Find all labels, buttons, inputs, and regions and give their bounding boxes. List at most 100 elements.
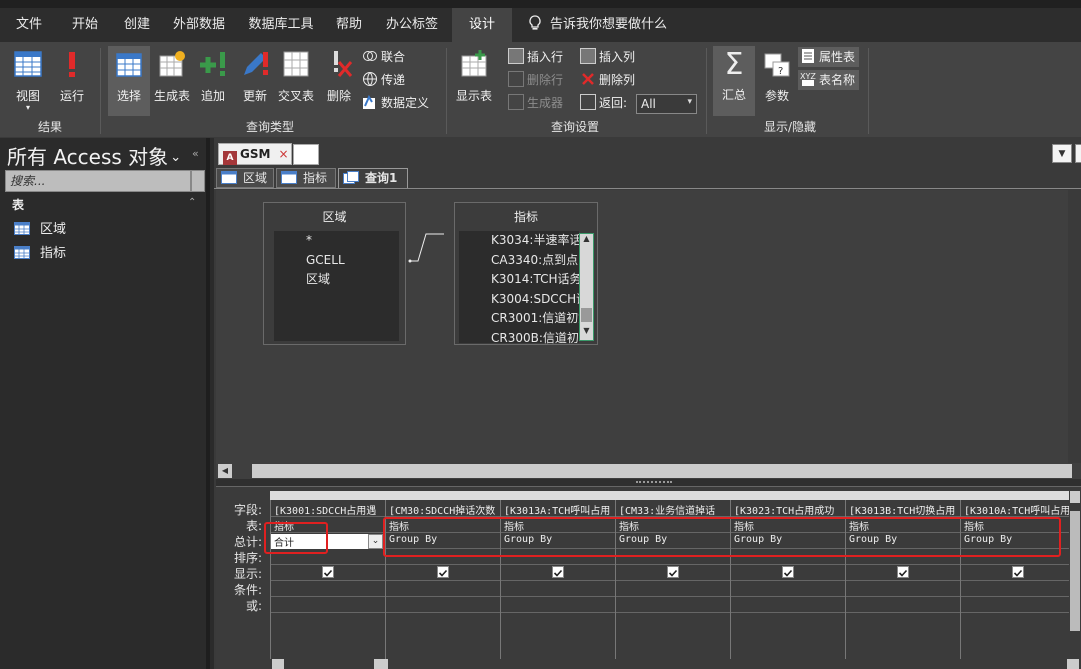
update-button[interactable]: 更新	[238, 48, 272, 112]
crosstab-button[interactable]: 交叉表	[276, 48, 316, 112]
field-item[interactable]: *	[306, 231, 399, 251]
scroll-up-icon[interactable]	[1070, 491, 1080, 503]
checkmark-icon	[668, 569, 678, 577]
field-item[interactable]: CR3001:信道初始	[491, 309, 579, 329]
insert-row-button[interactable]: 插入行	[508, 47, 563, 67]
object-tab-region[interactable]: 区域	[216, 168, 274, 188]
scroll-left-icon[interactable]	[272, 659, 284, 669]
show-checkbox[interactable]	[897, 566, 909, 578]
query-design-surface[interactable]: 区域 * GCELL 区域 指标 K3034:半速率话 CA3340:点到点 K…	[216, 190, 1068, 463]
show-checkbox[interactable]	[782, 566, 794, 578]
tab-external-data[interactable]: 外部数据	[166, 8, 232, 42]
nav-section-header[interactable]: 表	[12, 196, 24, 213]
pass-through-button[interactable]: 传递	[362, 70, 405, 90]
object-tab-indicator[interactable]: 指标	[276, 168, 336, 188]
new-tab-button[interactable]	[293, 144, 319, 165]
tab-create[interactable]: 创建	[112, 8, 162, 42]
scroll-right-icon[interactable]	[1067, 659, 1079, 669]
table-names-button[interactable]: XYZ 表名称	[798, 70, 860, 90]
collapse-pane-icon[interactable]: «	[192, 147, 199, 160]
tab-scroll-button[interactable]	[1075, 144, 1081, 163]
delete-row-button[interactable]: 删除行	[508, 70, 563, 90]
field-cell[interactable]: [CM30:SDCCH掉话次数	[386, 502, 501, 517]
tell-me-box[interactable]: 告诉我你想要做什么	[528, 8, 678, 42]
circle-chevron-icon[interactable]: ⌄	[170, 150, 181, 165]
union-button[interactable]: 联合	[362, 47, 405, 67]
property-sheet-button[interactable]: 属性表	[798, 47, 860, 67]
nav-item-region[interactable]: 区域	[14, 218, 66, 237]
delete-column-button[interactable]: 删除列	[580, 70, 635, 90]
checkmark-icon	[438, 569, 448, 577]
field-cell[interactable]: [K3023:TCH占用成功	[731, 502, 846, 517]
object-tab-query1[interactable]: 查询1	[338, 168, 408, 188]
parameters-button[interactable]: ? 参数	[759, 48, 795, 112]
append-button[interactable]: 追加	[196, 48, 230, 112]
nav-search-input[interactable]: 搜索...	[5, 170, 191, 192]
tab-list-dropdown[interactable]: ▼	[1052, 144, 1072, 163]
show-checkbox[interactable]	[552, 566, 564, 578]
field-item[interactable]: K3034:半速率话	[491, 231, 579, 251]
tab-file[interactable]: 文件	[4, 8, 54, 42]
field-cell[interactable]: [K3013A:TCH呼叫占用	[501, 502, 616, 517]
field-item[interactable]: 区域	[306, 270, 399, 290]
field-cell[interactable]: [K3001:SDCCH占用遇	[271, 502, 386, 517]
nav-item-indicator[interactable]: 指标	[14, 242, 66, 261]
field-list-region[interactable]: 区域 * GCELL 区域	[263, 202, 406, 345]
field-cell[interactable]: [CM33:业务信道掉话	[616, 502, 731, 517]
field-item[interactable]: K3004:SDCCH话	[491, 290, 579, 310]
section-collapse-icon[interactable]: ⌃	[188, 197, 196, 208]
field-list-title[interactable]: 指标	[455, 203, 597, 231]
tab-office-tab[interactable]: 办公标签	[380, 8, 444, 42]
grid-vscrollbar[interactable]	[1069, 487, 1081, 659]
scroll-thumb[interactable]	[374, 659, 388, 669]
return-label: 返回:	[599, 96, 628, 110]
scroll-thumb[interactable]	[1070, 511, 1080, 631]
search-icon[interactable]	[191, 170, 205, 192]
scroll-down-icon[interactable]: ▼	[580, 326, 593, 340]
field-list-scrollbar[interactable]: ▲ ▼	[579, 233, 594, 341]
field-item[interactable]: K3014:TCH话务	[491, 270, 579, 290]
builder-button[interactable]: 生成器	[508, 93, 563, 113]
file-tab-gsm[interactable]: A GSM ×	[218, 143, 292, 165]
grid-hscrollbar[interactable]	[270, 659, 1081, 669]
data-definition-button[interactable]: 数据定义	[362, 93, 429, 113]
show-table-button[interactable]: 显示表	[452, 48, 496, 112]
table-icon	[221, 171, 237, 184]
nav-pane-title[interactable]: 所有 Access 对象 ⌄	[7, 141, 181, 170]
view-button[interactable]: 视图 ▾	[6, 48, 50, 112]
field-cell[interactable]: [K3010A:TCH呼叫占用	[961, 502, 1076, 517]
show-checkbox[interactable]	[667, 566, 679, 578]
show-checkbox[interactable]	[1012, 566, 1024, 578]
run-button[interactable]: 运行	[52, 48, 92, 112]
select-query-button[interactable]: 选择	[108, 46, 150, 116]
scroll-thumb[interactable]	[581, 308, 592, 322]
tab-help[interactable]: 帮助	[328, 8, 370, 42]
show-checkbox[interactable]	[437, 566, 449, 578]
delete-query-button[interactable]: 删除	[322, 48, 356, 112]
datasheet-view-icon	[14, 51, 42, 77]
insert-column-button[interactable]: 插入列	[580, 47, 635, 67]
scroll-left-icon[interactable]: ◀	[218, 464, 232, 478]
join-line[interactable]	[406, 230, 454, 270]
chevron-down-icon[interactable]: ⌄	[368, 534, 383, 549]
row-label-show: 显示:	[233, 567, 262, 581]
design-hscrollbar[interactable]: ◀	[216, 463, 1081, 479]
pane-splitter[interactable]	[216, 479, 1081, 487]
field-item[interactable]: CA3340:点到点	[491, 251, 579, 271]
field-list-title[interactable]: 区域	[264, 203, 405, 231]
tab-design[interactable]: 设计	[452, 8, 512, 42]
tab-home[interactable]: 开始	[60, 8, 110, 42]
field-cell[interactable]: [K3013B:TCH切换占用	[846, 502, 961, 517]
return-dropdown[interactable]: All ▾	[636, 94, 697, 114]
field-item[interactable]: GCELL	[306, 251, 399, 271]
show-checkbox[interactable]	[322, 566, 334, 578]
field-item[interactable]: CR300B:信道初始	[491, 329, 579, 349]
column-selector-bar[interactable]	[270, 491, 1081, 500]
scroll-up-icon[interactable]: ▲	[580, 234, 593, 248]
tab-database-tools[interactable]: 数据库工具	[242, 8, 320, 42]
totals-button[interactable]: Σ 汇总	[713, 46, 755, 116]
make-table-button[interactable]: 生成表	[152, 48, 192, 112]
scroll-thumb[interactable]	[252, 464, 1072, 478]
field-list-indicator[interactable]: 指标 K3034:半速率话 CA3340:点到点 K3014:TCH话务 K30…	[454, 202, 598, 345]
close-icon[interactable]: ×	[278, 147, 288, 161]
